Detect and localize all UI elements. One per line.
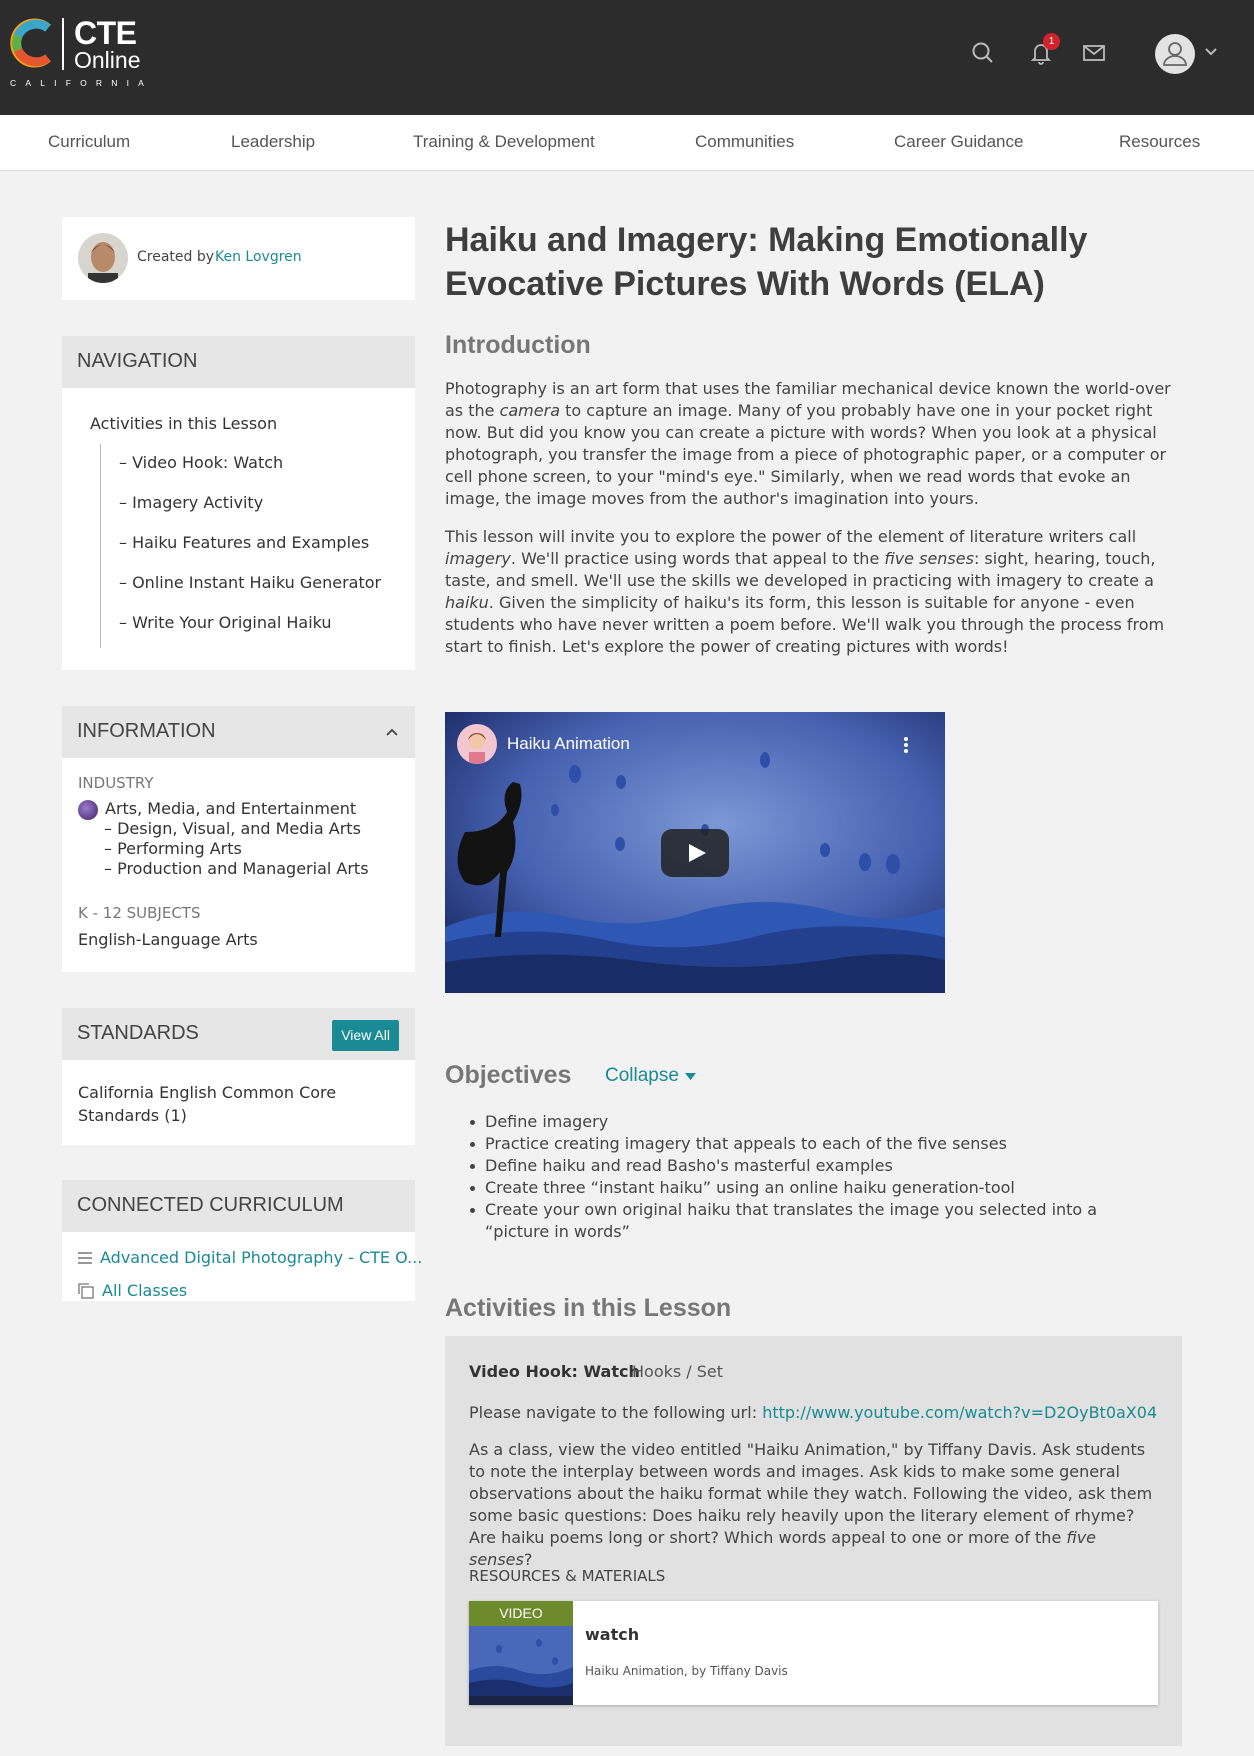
more-options-icon[interactable] bbox=[903, 736, 909, 754]
nav-activities-root[interactable]: Activities in this Lesson bbox=[90, 414, 277, 433]
connected-curriculum-card: CONNECTED CURRICULUM Advanced Digital Ph… bbox=[62, 1180, 422, 1301]
cte-online-logo[interactable]: CTE Online CALIFORNIA bbox=[10, 15, 144, 88]
search-icon[interactable] bbox=[970, 40, 996, 66]
video-title[interactable]: Haiku Animation bbox=[507, 734, 630, 754]
mail-icon[interactable] bbox=[1081, 40, 1107, 66]
collapse-toggle[interactable]: Collapse bbox=[605, 1065, 696, 1087]
nav-leadership[interactable]: Leadership bbox=[231, 132, 315, 152]
resource-name[interactable]: watch bbox=[585, 1625, 639, 1644]
introduction-heading: Introduction bbox=[445, 331, 591, 359]
top-header: CTE Online CALIFORNIA 1 bbox=[0, 0, 1254, 115]
nav-career-guidance[interactable]: Career Guidance bbox=[894, 132, 1023, 152]
nav-tree-line bbox=[100, 444, 101, 648]
connected-course-link[interactable]: Advanced Digital Photography - CTE O... bbox=[78, 1248, 422, 1267]
sub-industry: – Production and Managerial Arts bbox=[104, 859, 369, 878]
connected-heading: CONNECTED CURRICULUM bbox=[62, 1180, 415, 1232]
created-by-label: Created by bbox=[137, 249, 215, 265]
nav-curriculum[interactable]: Curriculum bbox=[48, 132, 130, 152]
standards-text[interactable]: California English Common Core Standards… bbox=[78, 1081, 408, 1127]
objectives-list: Define imagery Practice creating imagery… bbox=[470, 1111, 1155, 1243]
author-avatar[interactable] bbox=[78, 233, 128, 283]
information-card: INFORMATION INDUSTRY Arts, Media, and En… bbox=[62, 706, 415, 972]
navigation-heading: NAVIGATION bbox=[62, 336, 415, 388]
information-heading-label: INFORMATION bbox=[77, 720, 216, 742]
all-classes-link[interactable]: All Classes bbox=[78, 1281, 187, 1300]
subject-value: English-Language Arts bbox=[78, 930, 258, 949]
activity-url-link[interactable]: http://www.youtube.com/watch?v=D2OyBt0aX… bbox=[762, 1403, 1157, 1422]
nav-item-imagery-activity[interactable]: – Imagery Activity bbox=[119, 493, 263, 512]
activity-card: Video Hook: Watch Hooks / Set Please nav… bbox=[445, 1336, 1182, 1746]
nav-resources[interactable]: Resources bbox=[1119, 132, 1200, 152]
activity-tag: Hooks / Set bbox=[632, 1362, 724, 1381]
nav-item-haiku-features[interactable]: – Haiku Features and Examples bbox=[119, 533, 369, 552]
logo-name: CTE bbox=[74, 15, 137, 51]
video-player[interactable]: Haiku Animation bbox=[445, 712, 945, 993]
standards-card: STANDARDS View All California English Co… bbox=[62, 1008, 415, 1145]
navigation-card: NAVIGATION Activities in this Lesson – V… bbox=[62, 336, 415, 670]
play-button-icon[interactable] bbox=[661, 829, 729, 877]
user-icon bbox=[1163, 42, 1187, 66]
resource-card[interactable]: VIDEO watch Haiku Animation, by Tiffany … bbox=[469, 1601, 1158, 1705]
activities-heading: Activities in this Lesson bbox=[445, 1294, 732, 1322]
view-all-button[interactable]: View All bbox=[332, 1020, 399, 1051]
caret-down-icon bbox=[684, 1072, 696, 1080]
nav-item-haiku-generator[interactable]: – Online Instant Haiku Generator bbox=[119, 573, 381, 592]
nav-item-video-hook[interactable]: – Video Hook: Watch bbox=[119, 453, 283, 472]
user-avatar-button[interactable] bbox=[1155, 34, 1195, 74]
list-item: Define haiku and read Basho's masterful … bbox=[470, 1155, 1155, 1177]
resources-label: RESOURCES & MATERIALS bbox=[469, 1567, 666, 1585]
sub-industry: – Design, Visual, and Media Arts bbox=[104, 819, 361, 838]
intro-paragraph-1: Photography is an art form that uses the… bbox=[445, 379, 1171, 508]
list-item: Create your own original haiku that tran… bbox=[470, 1199, 1155, 1243]
information-heading[interactable]: INFORMATION bbox=[62, 706, 415, 758]
resource-thumbnail: VIDEO bbox=[469, 1601, 573, 1705]
list-item: Define imagery bbox=[470, 1111, 1155, 1133]
industry-value: Arts, Media, and Entertainment bbox=[105, 799, 357, 818]
intro-paragraph-2: This lesson will invite you to explore t… bbox=[445, 527, 1165, 656]
lesson-title: Haiku and Imagery: Making Emotionally Ev… bbox=[445, 221, 1088, 303]
author-name-link[interactable]: Ken Lovgren bbox=[215, 249, 302, 265]
activity-navigate-text: Please navigate to the following url: ht… bbox=[469, 1403, 1158, 1422]
list-item: Create three “instant haiku” using an on… bbox=[470, 1177, 1155, 1199]
industry-icon bbox=[78, 800, 98, 820]
subjects-label: K - 12 SUBJECTS bbox=[78, 904, 201, 922]
activity-description: As a class, view the video entitled "Hai… bbox=[469, 1440, 1153, 1569]
standards-heading: STANDARDS View All bbox=[62, 1008, 415, 1060]
collapse-label: Collapse bbox=[605, 1065, 679, 1086]
logo-tagline: CALIFORNIA bbox=[10, 78, 154, 88]
resource-description: Haiku Animation, by Tiffany Davis bbox=[585, 1664, 788, 1678]
chevron-down-icon[interactable] bbox=[1203, 46, 1219, 58]
author-card: Created by Ken Lovgren bbox=[62, 217, 415, 300]
logo-separator bbox=[62, 18, 64, 70]
logo-subname: Online bbox=[74, 47, 141, 73]
notification-badge: 1 bbox=[1043, 33, 1060, 50]
sub-industry: – Performing Arts bbox=[104, 839, 242, 858]
nav-item-write-haiku[interactable]: – Write Your Original Haiku bbox=[119, 613, 332, 632]
connected-course-label: Advanced Digital Photography - CTE O... bbox=[100, 1248, 423, 1267]
industry-label: INDUSTRY bbox=[78, 774, 154, 792]
activity-title: Video Hook: Watch bbox=[469, 1362, 640, 1381]
channel-avatar[interactable] bbox=[457, 724, 497, 764]
nav-communities[interactable]: Communities bbox=[695, 132, 794, 152]
chevron-up-icon[interactable] bbox=[385, 728, 399, 737]
all-classes-label: All Classes bbox=[102, 1281, 188, 1300]
main-navigation: Curriculum Leadership Training & Develop… bbox=[0, 115, 1254, 171]
standards-heading-label: STANDARDS bbox=[77, 1022, 199, 1044]
objectives-heading: Objectives bbox=[445, 1061, 572, 1089]
logo-c-icon bbox=[10, 18, 51, 68]
nav-training-development[interactable]: Training & Development bbox=[413, 132, 595, 152]
list-item: Practice creating imagery that appeals t… bbox=[470, 1133, 1155, 1155]
list-icon bbox=[78, 1251, 92, 1264]
copy-icon bbox=[78, 1282, 94, 1299]
video-badge: VIDEO bbox=[469, 1601, 573, 1626]
